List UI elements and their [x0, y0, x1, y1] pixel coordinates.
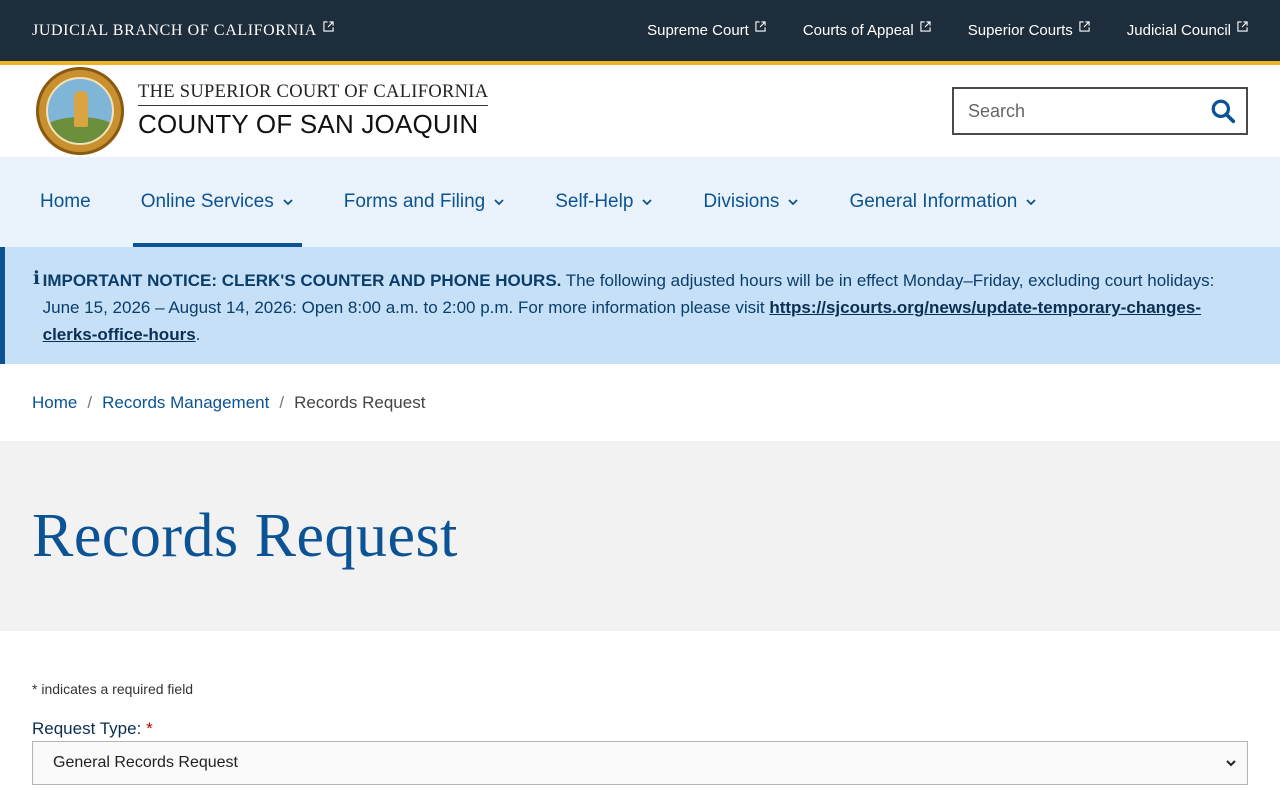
judicial-branch-link[interactable]: JUDICIAL BRANCH OF CALIFORNIA: [32, 21, 334, 40]
info-icon: ℹ: [33, 268, 40, 288]
chevron-down-icon: [787, 196, 799, 208]
nav-item-online-services[interactable]: Online Services: [132, 157, 302, 247]
request-type-label-text: Request Type:: [32, 719, 142, 738]
chevron-down-icon: [1025, 196, 1037, 208]
notice-body: IMPORTANT NOTICE: CLERK'S COUNTER AND PH…: [43, 267, 1240, 348]
supreme-court-label: Supreme Court: [647, 22, 749, 39]
external-links: Supreme Court Courts of Appeal Superior …: [610, 21, 1248, 39]
top-utility-bar: JUDICIAL BRANCH OF CALIFORNIA Supreme Co…: [0, 0, 1280, 65]
chevron-down-icon: [493, 196, 505, 208]
main-nav: Home Online Services Forms and Filing Se…: [0, 157, 1280, 247]
superior-courts-label: Superior Courts: [967, 22, 1073, 39]
external-link-icon: [323, 21, 334, 32]
court-name: THE SUPERIOR COURT OF CALIFORNIA COUNTY …: [138, 82, 489, 140]
nav-item-label: Divisions: [703, 191, 780, 212]
chevron-down-icon: [1225, 757, 1237, 769]
external-link-icon: [920, 21, 931, 32]
nav-item-label: General Information: [849, 191, 1018, 212]
breadcrumb-records-management-link[interactable]: Records Management: [102, 393, 269, 413]
external-link-icon: [1079, 21, 1090, 32]
supreme-court-link[interactable]: Supreme Court: [647, 21, 766, 39]
chevron-down-icon: [282, 196, 294, 208]
notice-trailing: .: [195, 325, 201, 344]
judicial-council-label: Judicial Council: [1126, 22, 1231, 39]
nav-item-self-help[interactable]: Self-Help: [547, 157, 661, 247]
judicial-branch-label: JUDICIAL BRANCH OF CALIFORNIA: [32, 21, 317, 39]
breadcrumb-current: Records Request: [294, 392, 426, 412]
nav-item-label: Online Services: [140, 191, 274, 212]
breadcrumb-separator: /: [279, 392, 285, 412]
page-title-band: Records Request: [0, 441, 1280, 631]
search-box: [952, 87, 1248, 135]
search-input[interactable]: [966, 99, 1190, 123]
site-header: THE SUPERIOR COURT OF CALIFORNIA COUNTY …: [0, 65, 1280, 157]
courts-of-appeal-link[interactable]: Courts of Appeal: [802, 21, 931, 39]
breadcrumb: Home / Records Management / Records Requ…: [0, 364, 1280, 441]
home-logo-link[interactable]: THE SUPERIOR COURT OF CALIFORNIA COUNTY …: [36, 67, 489, 155]
nav-item-label: Forms and Filing: [343, 191, 486, 212]
request-type-label: Request Type: *: [32, 719, 1248, 739]
nav-item-label: Self-Help: [555, 191, 634, 212]
important-notice-banner: ℹ IMPORTANT NOTICE: CLERK'S COUNTER AND …: [0, 247, 1280, 364]
nav-item-label: Home: [40, 191, 91, 212]
records-request-form: * indicates a required field Request Typ…: [0, 631, 1280, 785]
superior-courts-link[interactable]: Superior Courts: [967, 21, 1090, 39]
page-title: Records Request: [32, 501, 458, 570]
nav-item-divisions[interactable]: Divisions: [695, 157, 807, 247]
chevron-down-icon: [641, 196, 653, 208]
nav-item-general-information[interactable]: General Information: [841, 157, 1045, 247]
search-icon[interactable]: [1210, 98, 1236, 124]
required-field-note: * indicates a required field: [32, 681, 194, 697]
nav-item-home[interactable]: Home: [32, 157, 99, 247]
request-type-selected-value: General Records Request: [53, 754, 238, 771]
courts-of-appeal-label: Courts of Appeal: [802, 22, 914, 39]
breadcrumb-separator: /: [87, 392, 93, 412]
notice-heading: IMPORTANT NOTICE: CLERK'S COUNTER AND PH…: [42, 271, 562, 290]
request-type-select[interactable]: General Records Request: [32, 741, 1248, 785]
required-star: *: [146, 719, 153, 738]
external-link-icon: [1237, 21, 1248, 32]
breadcrumb-home-link[interactable]: Home: [32, 393, 77, 413]
court-name-line1: THE SUPERIOR COURT OF CALIFORNIA: [138, 82, 489, 106]
court-seal-logo: [36, 67, 124, 155]
external-link-icon: [755, 21, 766, 32]
nav-item-forms-and-filing[interactable]: Forms and Filing: [336, 157, 514, 247]
judicial-council-link[interactable]: Judicial Council: [1126, 21, 1248, 39]
court-name-line2: COUNTY OF SAN JOAQUIN: [138, 109, 479, 139]
